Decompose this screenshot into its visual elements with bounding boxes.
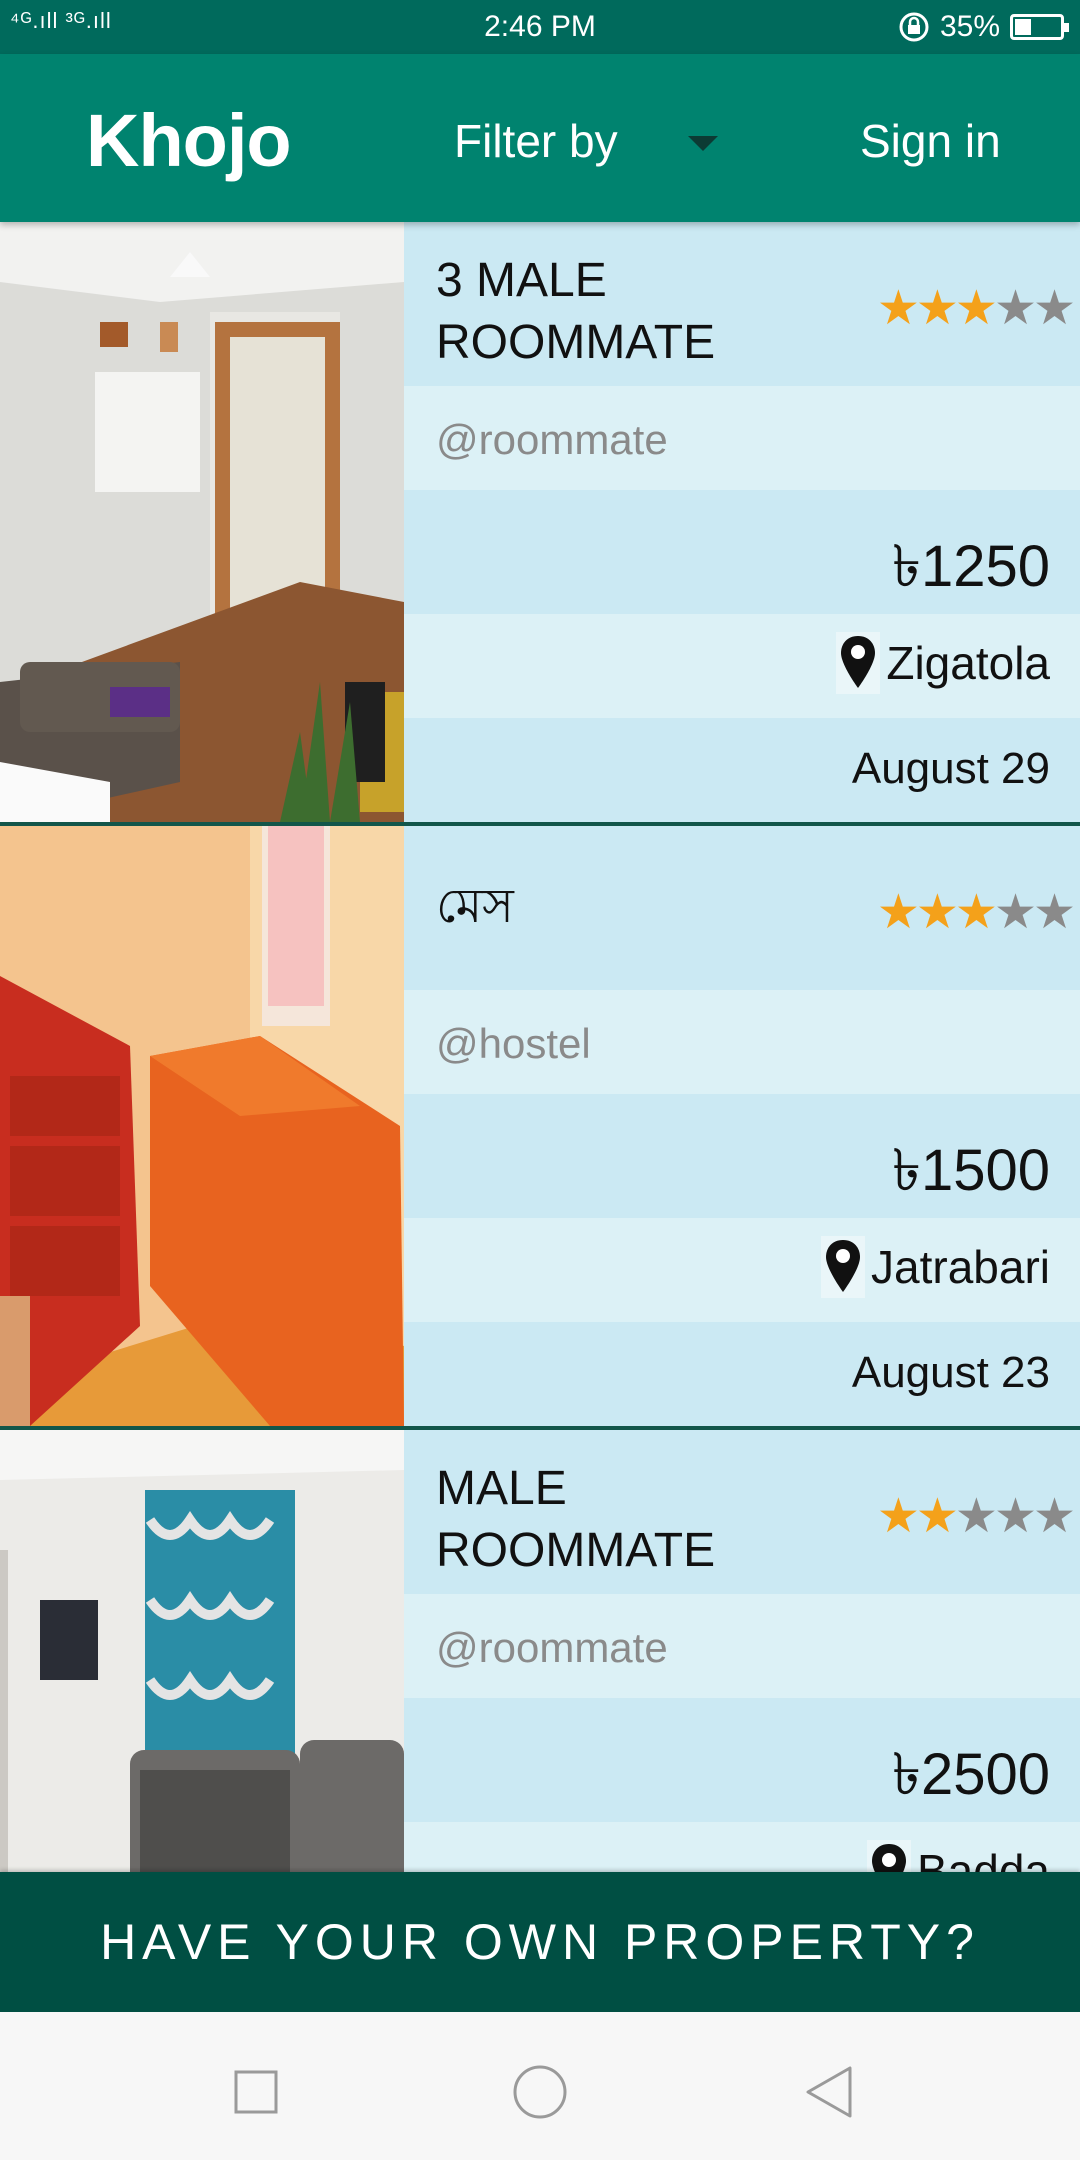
filter-dropdown[interactable]: Filter by (454, 114, 718, 168)
listing-category: @roommate (436, 416, 668, 463)
listing-card[interactable]: MALE ROOMMATE ★★★★★ @roommate ৳2500 Badd… (0, 1430, 1080, 1872)
system-nav-bar (0, 2012, 1080, 2160)
status-bar: ⁴ᴳ.ıll ³ᴳ.ıll 2:46 PM 35% (0, 0, 1080, 54)
star-icon: ★ (993, 886, 1037, 939)
listing-card[interactable]: মেস ★★★★★ @hostel ৳1500 Jatrabari August… (0, 826, 1080, 1430)
listing-date: August 23 (851, 1348, 1050, 1397)
rating-stars: ★★★★★ (876, 1488, 1076, 1544)
listing-card[interactable]: 3 MALE ROOMMATE ★★★★★ @roommate ৳1250 Zi… (0, 222, 1080, 826)
rating-stars: ★★★★★ (876, 280, 1076, 336)
listing-photo[interactable] (0, 826, 404, 1426)
chevron-down-icon (687, 135, 718, 151)
location-pin-icon (821, 1236, 866, 1298)
listing-title: মেস (436, 880, 514, 933)
star-icon: ★ (954, 282, 998, 335)
rating-stars: ★★★★★ (876, 884, 1076, 940)
listing-category: @roommate (436, 1624, 668, 1671)
recents-icon[interactable] (226, 2062, 286, 2122)
listing-price: ৳1250 (892, 534, 1050, 599)
star-icon: ★ (915, 886, 959, 939)
back-icon[interactable] (800, 2062, 860, 2122)
location-label: Zigatola (886, 637, 1050, 689)
star-icon: ★ (915, 282, 959, 335)
star-icon: ★ (915, 1490, 959, 1543)
listing-photo[interactable] (0, 222, 404, 822)
app-toolbar: Khojo Filter by Sign in (0, 54, 1080, 222)
sign-in-button[interactable]: Sign in (860, 114, 1001, 168)
listing-price: ৳1500 (892, 1138, 1050, 1203)
listing-title: 3 MALE ROOMMATE (436, 254, 716, 369)
listing-location: Zigatola (836, 632, 1050, 694)
status-right: 35% (898, 10, 1069, 44)
star-icon: ★ (993, 1490, 1037, 1543)
star-icon: ★ (876, 1490, 920, 1543)
listing-location: Jatrabari (821, 1236, 1050, 1298)
battery-percent: 35% (939, 10, 1000, 43)
star-icon: ★ (1032, 282, 1076, 335)
listing-location: Badda (866, 1840, 1050, 1872)
star-icon: ★ (876, 886, 920, 939)
add-property-button[interactable]: HAVE YOUR OWN PROPERTY? (0, 1872, 1080, 2012)
location-label: Badda (916, 1845, 1050, 1872)
rotation-lock-icon (899, 12, 929, 42)
star-icon: ★ (876, 282, 920, 335)
listing-photo[interactable] (0, 1430, 404, 1872)
star-icon: ★ (954, 886, 998, 939)
listing-info: MALE ROOMMATE ★★★★★ @roommate ৳2500 Badd… (404, 1430, 1080, 1872)
location-label: Jatrabari (871, 1241, 1050, 1293)
listing-list[interactable]: 3 MALE ROOMMATE ★★★★★ @roommate ৳1250 Zi… (0, 222, 1080, 1872)
listing-category: @hostel (436, 1020, 591, 1067)
listing-price: ৳2500 (892, 1742, 1050, 1807)
star-icon: ★ (1032, 886, 1076, 939)
star-icon: ★ (993, 282, 1037, 335)
listing-info: মেস ★★★★★ @hostel ৳1500 Jatrabari August… (404, 826, 1080, 1426)
location-pin-icon (866, 1840, 911, 1872)
star-icon: ★ (1032, 1490, 1076, 1543)
listing-title: MALE ROOMMATE (436, 1462, 716, 1577)
filter-label: Filter by (454, 115, 618, 167)
app-brand: Khojo (86, 99, 292, 182)
star-icon: ★ (954, 1490, 998, 1543)
listing-date: August 29 (851, 744, 1050, 793)
location-pin-icon (836, 632, 881, 694)
home-icon[interactable] (510, 2062, 570, 2122)
battery-icon (1010, 14, 1069, 40)
listing-info: 3 MALE ROOMMATE ★★★★★ @roommate ৳1250 Zi… (404, 222, 1080, 822)
